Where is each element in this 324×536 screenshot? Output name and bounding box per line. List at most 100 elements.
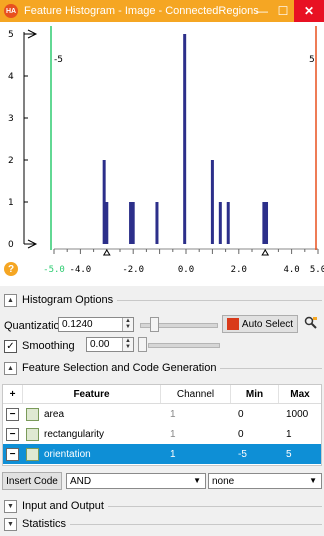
statistics-header[interactable]: ▼ Statistics [4, 516, 322, 532]
histogram-bar [226, 202, 230, 244]
feature-icon-cell [23, 404, 41, 424]
mode-value: none [212, 475, 235, 487]
x-tick-label: 5.0 [310, 265, 324, 275]
column-max[interactable]: Max [279, 385, 321, 403]
section-divider [70, 523, 322, 525]
window-title: Feature Histogram - Image - ConnectedReg… [24, 5, 259, 17]
section-divider [117, 299, 322, 301]
x-tick-label: 4.0 [283, 265, 299, 275]
y-min-arrow-icon [24, 239, 38, 249]
maximize-button[interactable]: ☐ [272, 0, 294, 22]
help-icon[interactable]: ? [4, 262, 18, 276]
y-tick-label: 0 [8, 240, 14, 250]
feature-section-header[interactable]: ▲ Feature Selection and Code Generation [4, 360, 322, 376]
feature-max[interactable]: 1 [283, 424, 321, 444]
smoothing-checkbox[interactable]: ✓ [4, 340, 17, 353]
quantization-slider-handle[interactable] [150, 317, 159, 332]
histogram-bar [210, 160, 214, 244]
column-feature[interactable]: Feature [23, 385, 161, 403]
add-feature-button[interactable]: + [3, 385, 23, 403]
histogram-chart: 0 1 2 3 4 5 -5.0 -4.0 -2.0 0.0 2.0 4.0 5.0 -5 5 [8, 26, 324, 275]
smoothing-slider[interactable] [148, 343, 220, 348]
section-divider [107, 505, 322, 507]
mode-dropdown[interactable]: none ▼ [208, 473, 322, 489]
smoothing-input[interactable]: 0.00 ▲ ▼ [86, 337, 134, 352]
feature-channel[interactable]: 1 [167, 444, 231, 464]
smoothing-value: 0.00 [90, 339, 110, 350]
minimize-button[interactable]: — [252, 0, 272, 22]
remove-row-cell: − [3, 424, 21, 444]
table-header: + Feature Channel Min Max [3, 385, 321, 404]
feature-icon [26, 447, 39, 461]
feature-icon-cell [23, 424, 41, 444]
smoothing-spinner[interactable]: ▲ ▼ [122, 338, 133, 351]
feature-name[interactable]: rectangularity [41, 424, 161, 444]
max-threshold-label: 5 [309, 55, 315, 65]
histogram-bar [218, 202, 222, 244]
feature-min[interactable]: 0 [235, 404, 279, 424]
feature-min[interactable]: -5 [235, 444, 279, 464]
table-row[interactable]: − rectangularity 1 0 1 [3, 424, 321, 444]
feature-section-title: Feature Selection and Code Generation [22, 362, 217, 374]
y-tick-label: 1 [8, 198, 14, 208]
expand-arrow-icon[interactable]: ▼ [4, 517, 17, 531]
feature-name[interactable]: area [41, 404, 161, 424]
x-tick-label: 0.0 [178, 265, 194, 275]
input-output-header[interactable]: ▼ Input and Output [4, 498, 322, 514]
auto-select-label: Auto Select [241, 318, 294, 330]
auto-select-button[interactable]: Auto Select [222, 315, 298, 333]
x-tick-label: -5.0 [43, 265, 65, 275]
smoothing-slider-handle[interactable] [138, 337, 147, 352]
x-tick-label: 2.0 [231, 265, 247, 275]
insert-code-button[interactable]: Insert Code [2, 472, 62, 490]
histogram-plot[interactable]: 0 1 2 3 4 5 -5.0 -4.0 -2.0 0.0 2.0 4.0 5.0 -5 5 [0, 22, 324, 286]
quantization-input[interactable]: 0.1240 ▲ ▼ [58, 317, 134, 332]
y-tick-label: 2 [8, 156, 14, 166]
app-logo-icon: HA [4, 4, 18, 18]
column-min[interactable]: Min [231, 385, 279, 403]
y-max-arrow-icon [24, 29, 38, 39]
histogram-bar [155, 202, 159, 244]
histogram-bar [105, 202, 109, 244]
feature-name[interactable]: orientation [41, 444, 161, 464]
feature-channel[interactable]: 1 [167, 424, 231, 444]
feature-icon [26, 407, 39, 421]
dropdown-arrow-icon: ▼ [193, 476, 201, 485]
marker-triangle-icon [102, 249, 111, 256]
histogram-bar [262, 202, 266, 244]
close-button[interactable]: ✕ [294, 0, 324, 22]
histogram-options-title: Histogram Options [22, 294, 114, 306]
dropdown-arrow-icon: ▼ [309, 476, 317, 485]
expand-arrow-icon[interactable]: ▼ [4, 499, 17, 513]
collapse-arrow-icon[interactable]: ▲ [4, 361, 17, 375]
y-tick-label: 3 [8, 114, 14, 124]
histogram-bar [102, 160, 106, 244]
quantization-value: 0.1240 [62, 319, 93, 330]
quantization-label: Quantization [4, 320, 66, 332]
feature-min[interactable]: 0 [235, 424, 279, 444]
remove-feature-button[interactable]: − [6, 407, 19, 421]
feature-icon-cell [23, 444, 41, 464]
remove-feature-button[interactable]: − [6, 447, 19, 461]
y-tick-label: 4 [8, 72, 14, 82]
remove-feature-button[interactable]: − [6, 427, 19, 441]
feature-channel[interactable]: 1 [167, 404, 231, 424]
histogram-options-header[interactable]: ▲ Histogram Options [4, 292, 322, 308]
histogram-bar [131, 202, 135, 244]
feature-max[interactable]: 5 [283, 444, 321, 464]
quantization-spinner[interactable]: ▲ ▼ [122, 318, 133, 331]
histogram-bar [183, 34, 187, 244]
statistics-title: Statistics [22, 518, 67, 530]
table-row[interactable]: − area 1 0 1000 [3, 404, 321, 424]
operator-dropdown[interactable]: AND ▼ [66, 473, 206, 489]
marker-triangle-icon [261, 249, 270, 256]
collapse-arrow-icon[interactable]: ▲ [4, 293, 17, 307]
feature-icon [26, 427, 39, 441]
section-divider [220, 367, 322, 369]
column-channel[interactable]: Channel [161, 385, 231, 403]
settings-tool-icon[interactable] [304, 316, 318, 330]
x-tick-label: -4.0 [70, 265, 92, 275]
histogram-bar [265, 202, 269, 244]
feature-max[interactable]: 1000 [283, 404, 321, 424]
table-row[interactable]: − orientation 1 -5 5 [3, 444, 321, 464]
